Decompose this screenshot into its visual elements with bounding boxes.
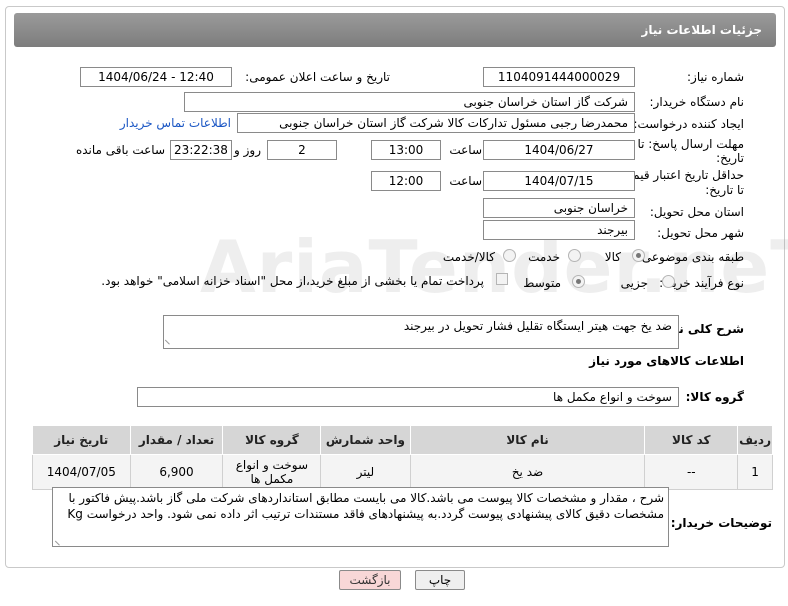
treasury-checkbox[interactable] [496,273,508,285]
process-minor-radio[interactable] [662,275,675,288]
category-label: طبقه بندی موضوعی: [637,250,744,264]
province-label: استان محل تحویل: [649,205,744,219]
announce-field: 1404/06/24 - 12:40 [80,67,232,87]
cell-qty: 6,900 [129,454,224,490]
buyer-notes-line-1: شرح ، مقدار و مشخصات کالا پیوست می باشد.… [68,491,665,505]
category-goods-radio[interactable] [632,249,645,262]
province-field: خراسان جنوبی [483,198,635,218]
days-field: 2 [267,140,337,160]
col-row: ردیف [737,425,773,455]
col-name: نام کالا [409,425,646,455]
deadline-time-field: 13:00 [371,140,441,160]
remaining-time-field: 23:22:38 [170,140,232,160]
days-label: روز و [234,143,261,157]
min-validity-label-2: تا تاریخ: [705,183,744,197]
category-service-label: خدمت [528,250,560,264]
cell-group: سوخت و انواع مکمل ها [222,454,322,490]
table-header-row: ردیف کد کالا نام کالا واحد شمارش گروه کا… [32,425,773,455]
col-date: تاریخ نیاز [32,425,131,455]
buyer-org-label: نام دستگاه خریدار: [649,95,745,109]
goods-group-label: گروه کالا: [685,390,744,404]
validity-date-field: 1404/07/15 [483,171,635,191]
goods-table: ردیف کد کالا نام کالا واحد شمارش گروه کا… [32,425,773,490]
contact-info-link[interactable]: اطلاعات تماس خریدار [120,116,231,130]
col-code: کد کالا [644,425,739,455]
print-button[interactable]: چاپ [415,570,465,590]
deadline-time-label: ساعت [449,143,482,157]
buyer-notes-field: شرح ، مقدار و مشخصات کالا پیوست می باشد.… [52,487,669,547]
payment-note: پرداخت تمام یا بخشی از مبلغ خرید،از محل … [101,274,484,288]
deadline-label: مهلت ارسال پاسخ: تا [637,137,744,151]
col-group: گروه کالا [222,425,322,455]
remaining-label: ساعت باقی مانده [75,143,165,157]
validity-time-label: ساعت [449,174,482,188]
cell-date: 1404/07/05 [32,454,131,490]
panel-header: جزئیات اطلاعات نیاز [14,13,776,47]
validity-time-field: 12:00 [371,171,441,191]
city-field: بیرجند [483,220,635,240]
col-qty: تعداد / مقدار [129,425,224,455]
creator-label: ایجاد کننده درخواست: [633,117,744,131]
process-medium-radio[interactable] [572,275,585,288]
deadline-date-field: 1404/06/27 [483,140,635,160]
cell-code: -- [644,454,739,490]
cell-name: ضد یخ [409,454,646,490]
cell-unit: لیتر [320,454,411,490]
category-goods-service-label: کالا/خدمت [442,250,495,264]
category-goods-service-radio[interactable] [503,249,516,262]
process-medium-label: متوسط [523,276,561,290]
need-number-field: 1104091444000029 [483,67,635,87]
goods-section-title: اطلاعات کالاهای مورد نیاز [589,354,744,368]
table-row: 1 -- ضد یخ لیتر سوخت و انواع مکمل ها 6,9… [32,454,773,490]
deadline-label-2: تاریخ: [716,151,744,165]
col-unit: واحد شمارش [320,425,411,455]
announce-label: تاریخ و ساعت اعلان عمومی: [245,70,390,84]
description-field: ضد یخ جهت هیتر ایستگاه تقلیل فشار تحویل … [163,315,679,349]
min-validity-label: حداقل تاریخ اعتبار قیمت: [617,168,744,182]
buyer-org-field: شرکت گاز استان خراسان جنوبی [184,92,635,112]
category-service-radio[interactable] [568,249,581,262]
category-goods-label: کالا [604,250,621,264]
goods-group-field: سوخت و انواع مکمل ها [137,387,679,407]
creator-field: محمدرضا رجبی مسئول تدارکات کالا شرکت گاز… [237,113,635,133]
buyer-notes-label: توضیحات خریدار: [670,516,772,530]
cell-row: 1 [737,454,773,490]
page-title: جزئیات اطلاعات نیاز [641,23,762,37]
back-button[interactable]: بازگشت [339,570,401,590]
process-minor-label: جزیی [620,276,648,290]
buyer-notes-line-2: مشخصات دقیق کالای پیشنهادی پیوست گردد.به… [67,507,664,521]
city-label: شهر محل تحویل: [657,226,744,240]
need-number-label: شماره نیاز: [687,70,744,84]
